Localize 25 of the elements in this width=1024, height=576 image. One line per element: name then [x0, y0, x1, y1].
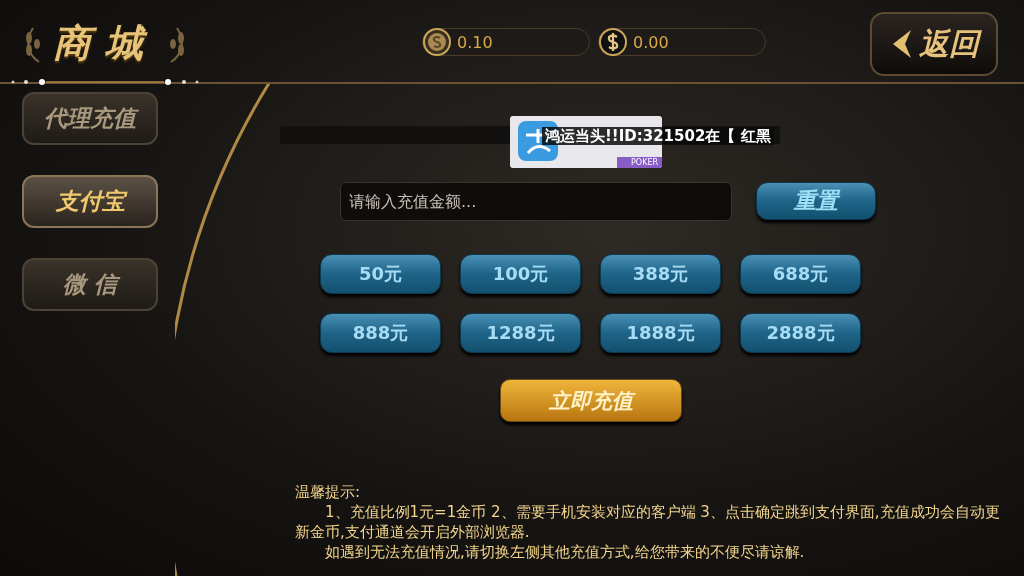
shop-title: 商城: [53, 20, 157, 67]
payment-tab[interactable]: 支付宝: [22, 175, 158, 228]
amount-button[interactable]: 100元: [460, 254, 581, 294]
reset-button[interactable]: 重置: [756, 182, 876, 220]
tips-paragraph: 1、充值比例1元=1金币 2、需要手机安装对应的客户端 3、点击确定跳到支付界面,充值成功会自动更新金币,支付通道会开启外部浏览器.: [295, 502, 1001, 542]
tips-heading: 温馨提示:: [295, 482, 362, 502]
payment-tab[interactable]: 微 信: [22, 258, 158, 311]
marquee-text: 鸿运当头!!ID:321502在【 红黑: [542, 127, 774, 145]
amount-button[interactable]: 888元: [320, 313, 441, 353]
amount-button[interactable]: 688元: [740, 254, 861, 294]
balance-value: 0.00: [633, 32, 669, 52]
balance-value: 0.10: [457, 32, 493, 52]
dotted-divider-icon: [10, 77, 200, 87]
payment-tab[interactable]: 代理充值: [22, 92, 158, 145]
poker-badge: POKER: [617, 157, 662, 168]
amount-button[interactable]: 1288元: [460, 313, 581, 353]
amount-button[interactable]: 2888元: [740, 313, 861, 353]
tips-paragraph: 如遇到无法充值情况,请切换左侧其他充值方式,给您带来的不便尽请谅解.: [324, 542, 806, 562]
coin-icon: [423, 28, 451, 56]
back-button[interactable]: 返回: [870, 12, 998, 76]
amount-button[interactable]: 388元: [600, 254, 721, 294]
amount-input-field[interactable]: 请输入充值金额...: [340, 182, 732, 221]
amount-button[interactable]: 50元: [320, 254, 441, 294]
recharge-button[interactable]: 立即充值: [500, 379, 682, 422]
amount-button[interactable]: 1888元: [600, 313, 721, 353]
